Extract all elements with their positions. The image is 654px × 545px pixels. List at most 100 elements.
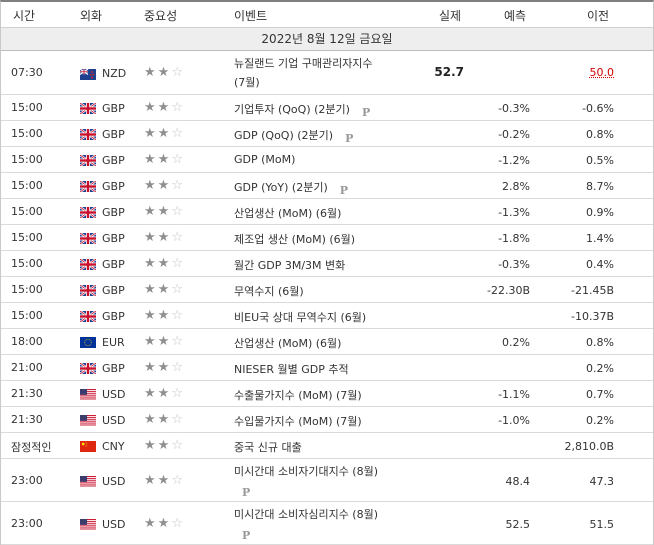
event-name-link[interactable]: 월간 GDP 3M/3M 변화 <box>234 257 345 273</box>
previous-value[interactable]: 50.0 <box>541 66 615 79</box>
table-row[interactable]: 15:00 GBP ★★☆ 무역수지 (6월) -22.30B -21.45B <box>1 277 653 303</box>
event-name-link[interactable]: 수출물가지수 (MoM) (7월) <box>234 387 362 403</box>
table-row[interactable]: 23:00 USD ★★☆ 미시간대 소비자심리지수 (8월) P 52.5 51.5 <box>1 502 653 545</box>
previous-value: 0.2% <box>586 362 614 375</box>
event-name-link[interactable]: 제조업 생산 (MoM) (6월) <box>234 231 355 247</box>
currency-code: GBP <box>102 128 125 141</box>
premium-icon[interactable]: P <box>242 486 250 499</box>
previous-value: 0.2% <box>586 414 614 427</box>
header-importance: 중요성 <box>144 9 178 23</box>
header-event: 이벤트 <box>234 9 268 23</box>
star-empty-icon: ☆ <box>171 256 185 271</box>
uk-flag <box>80 311 96 322</box>
event-time: 23:00 <box>11 517 43 530</box>
star-filled-icon: ★ <box>157 386 172 401</box>
premium-icon[interactable]: P <box>345 132 353 145</box>
table-row[interactable]: 잠정적인 CNY ★★☆ 중국 신규 대출 2,810.0B <box>1 433 653 459</box>
premium-icon[interactable]: P <box>242 529 250 542</box>
forecast-value: -22.30B <box>486 284 530 297</box>
event-time: 15:00 <box>11 257 43 270</box>
event-name-link[interactable]: GDP (MoM) <box>234 153 295 166</box>
event-name: GDP (YoY) (2분기) <box>234 181 328 194</box>
event-name: 월간 GDP 3M/3M 변화 <box>234 259 346 272</box>
event-name: 미시간대 소비자기대지수 (8월) <box>234 465 379 478</box>
importance-stars: ★★☆ <box>144 230 185 245</box>
star-empty-icon: ☆ <box>171 65 185 80</box>
table-row[interactable]: 21:30 USD ★★☆ 수출물가지수 (MoM) (7월) -1.1% 0.7% <box>1 381 653 407</box>
table-row[interactable]: 15:00 GBP ★★☆ 월간 GDP 3M/3M 변화 -0.3% 0.4% <box>1 251 653 277</box>
event-name-link[interactable]: GDP (QoQ) (2분기) P <box>234 127 353 145</box>
table-row[interactable]: 07:30 NZD ★★☆ 뉴질랜드 기업 구매관리자지수 (7월) 52.7 50.0 <box>1 51 653 95</box>
event-name-link[interactable]: 중국 신규 대출 <box>234 439 302 455</box>
event-name-link[interactable]: 미시간대 소비자심리지수 (8월) <box>234 506 378 522</box>
importance-stars: ★★☆ <box>144 100 185 115</box>
currency-code: GBP <box>102 232 125 245</box>
event-name-link[interactable]: 산업생산 (MoM) (6월) <box>234 205 341 221</box>
previous-value: 0.8% <box>586 336 614 349</box>
currency-code: CNY <box>102 440 125 453</box>
event-name-link[interactable]: 무역수지 (6월) <box>234 283 304 299</box>
star-empty-icon: ☆ <box>171 360 185 375</box>
previous-value: 8.7% <box>586 180 614 193</box>
importance-stars: ★★☆ <box>144 412 185 427</box>
eu-flag <box>80 337 96 348</box>
forecast-value: -1.0% <box>498 414 530 427</box>
star-empty-icon: ☆ <box>171 386 185 401</box>
previous-value: -10.37B <box>570 310 614 323</box>
event-name-link[interactable]: 기업투자 (QoQ) (2분기) P <box>234 101 370 119</box>
table-row[interactable]: 15:00 GBP ★★☆ GDP (MoM) -1.2% 0.5% <box>1 147 653 173</box>
table-row[interactable]: 21:00 GBP ★★☆ NIESER 월별 GDP 추적 0.2% <box>1 355 653 381</box>
table-row[interactable]: 15:00 GBP ★★☆ 산업생산 (MoM) (6월) -1.3% 0.9% <box>1 199 653 225</box>
event-name-link[interactable]: 산업생산 (MoM) (6월) <box>234 335 341 351</box>
event-time: 21:30 <box>11 413 43 426</box>
event-name-link[interactable]: 뉴질랜드 기업 구매관리자지수 (7월) <box>234 55 373 90</box>
table-row[interactable]: 15:00 GBP ★★☆ 비EU국 상대 무역수지 (6월) -10.37B <box>1 303 653 329</box>
importance-stars: ★★☆ <box>144 334 185 349</box>
star-filled-icon: ★ <box>157 473 172 488</box>
star-empty-icon: ☆ <box>171 473 185 488</box>
premium-icon[interactable]: P <box>340 184 348 197</box>
star-filled-icon: ★ <box>144 230 158 245</box>
star-empty-icon: ☆ <box>171 100 185 115</box>
star-filled-icon: ★ <box>144 100 158 115</box>
previous-value: 0.4% <box>586 258 614 271</box>
uk-flag <box>80 233 96 244</box>
star-empty-icon: ☆ <box>171 334 185 349</box>
table-row[interactable]: 15:00 GBP ★★☆ 제조업 생산 (MoM) (6월) -1.8% 1.4% <box>1 225 653 251</box>
star-filled-icon: ★ <box>144 334 158 349</box>
event-name: 수출물가지수 (MoM) (7월) <box>234 389 362 402</box>
previous-value: 0.5% <box>586 154 614 167</box>
event-name-line: (7월) <box>234 76 260 89</box>
event-time: 15:00 <box>11 205 43 218</box>
currency-code: USD <box>102 518 126 531</box>
star-filled-icon: ★ <box>144 473 158 488</box>
previous-value: 1.4% <box>586 232 614 245</box>
event-time: 15:00 <box>11 309 43 322</box>
star-filled-icon: ★ <box>157 256 172 271</box>
forecast-value: -1.8% <box>498 232 530 245</box>
event-time: 15:00 <box>11 127 43 140</box>
nz-flag <box>80 69 96 80</box>
event-name: GDP (MoM) <box>234 153 296 166</box>
event-name: 미시간대 소비자심리지수 (8월) <box>234 508 379 521</box>
event-name-link[interactable]: GDP (YoY) (2분기) P <box>234 179 348 197</box>
event-name-link[interactable]: 비EU국 상대 무역수지 (6월) <box>234 309 366 325</box>
event-name: 수입물가지수 (MoM) (7월) <box>234 415 362 428</box>
star-filled-icon: ★ <box>144 204 158 219</box>
forecast-value: -0.3% <box>498 102 530 115</box>
table-row[interactable]: 21:30 USD ★★☆ 수입물가지수 (MoM) (7월) -1.0% 0.2% <box>1 407 653 433</box>
table-row[interactable]: 15:00 GBP ★★☆ 기업투자 (QoQ) (2분기) P -0.3% -0.6% <box>1 95 653 121</box>
event-name-link[interactable]: NIESER 월별 GDP 추적 <box>234 361 349 377</box>
premium-icon[interactable]: P <box>362 106 370 119</box>
previous-value: 0.8% <box>586 128 614 141</box>
star-empty-icon: ☆ <box>171 204 185 219</box>
cn-flag <box>80 441 96 452</box>
table-row[interactable]: 23:00 USD ★★☆ 미시간대 소비자기대지수 (8월) P 48.4 47.3 <box>1 459 653 502</box>
table-row[interactable]: 15:00 GBP ★★☆ GDP (YoY) (2분기) P 2.8% 8.7% <box>1 173 653 199</box>
event-name-link[interactable]: 미시간대 소비자기대지수 (8월) <box>234 463 378 479</box>
event-name-link[interactable]: 수입물가지수 (MoM) (7월) <box>234 413 362 429</box>
importance-stars: ★★☆ <box>144 152 185 167</box>
table-row[interactable]: 18:00 EUR ★★☆ 산업생산 (MoM) (6월) 0.2% 0.8% <box>1 329 653 355</box>
uk-flag <box>80 207 96 218</box>
table-row[interactable]: 15:00 GBP ★★☆ GDP (QoQ) (2분기) P -0.2% 0.8% <box>1 121 653 147</box>
